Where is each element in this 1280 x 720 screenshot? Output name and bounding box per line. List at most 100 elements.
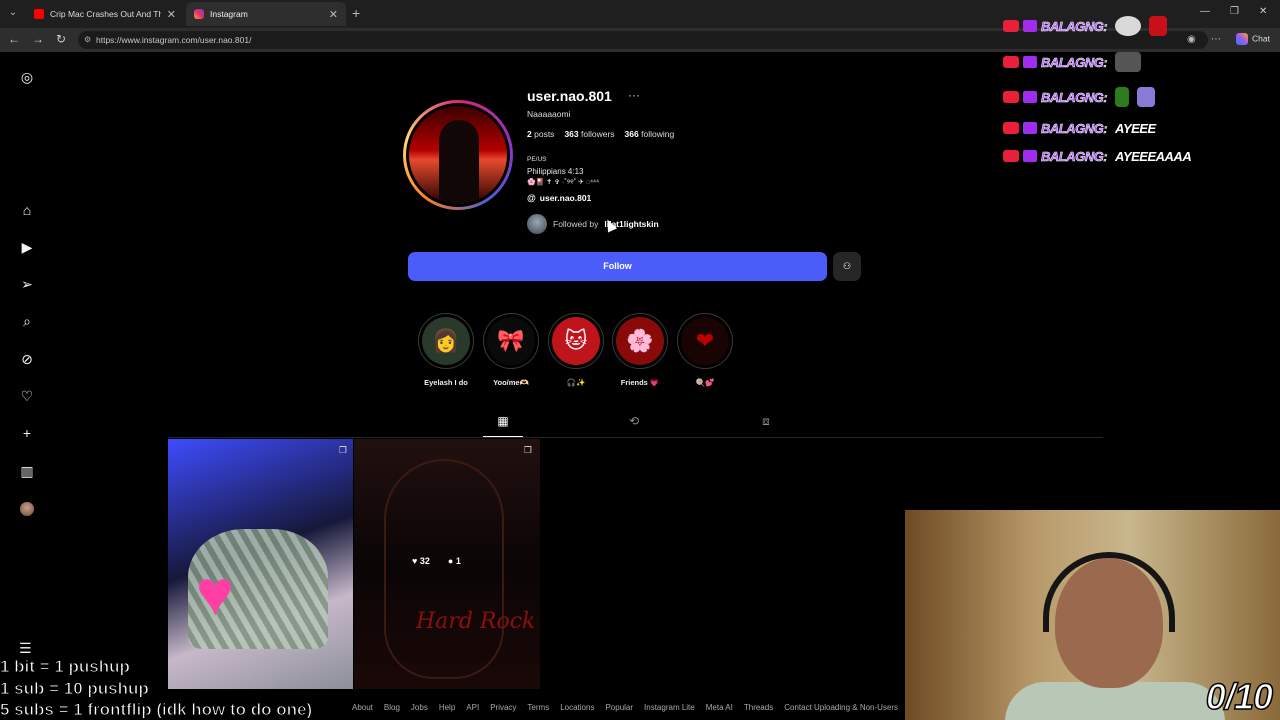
red-emote-icon	[1149, 16, 1168, 36]
new-tab-plus-icon[interactable]: +	[352, 5, 360, 21]
footer-link[interactable]: Locations	[560, 703, 594, 712]
likes-stat: ♥ 32	[412, 556, 430, 566]
profile-options-icon[interactable]: ···	[628, 88, 640, 102]
close-tab-icon[interactable]: ✕	[167, 8, 176, 21]
back-arrow-icon[interactable]: ←	[8, 32, 20, 46]
instagram-footer: About Blog Jobs Help API Privacy Terms L…	[352, 703, 916, 712]
messages-icon[interactable]: ➢	[18, 275, 36, 293]
guitar-image	[384, 459, 504, 679]
story-highlight[interactable]: 🐱 🎧✨	[547, 313, 605, 387]
purple-emote-icon	[1137, 87, 1156, 107]
footer-link[interactable]: Threads	[744, 703, 773, 712]
home-icon[interactable]: ⌂	[18, 201, 36, 219]
profile-avatar-icon[interactable]	[20, 502, 34, 516]
rule-line: 1 sub = 10 pushup	[0, 678, 149, 698]
footer-link[interactable]: Contact Uploading & Non-Users	[784, 703, 898, 712]
highlight-label: 🍭💕	[695, 378, 715, 387]
profile-avatar-icon[interactable]: ◉	[1187, 34, 1196, 45]
following-count[interactable]: 366 following	[625, 129, 675, 139]
footer-link[interactable]: Jobs	[411, 703, 428, 712]
post-thumbnail[interactable]: ♥ ❐	[168, 439, 353, 689]
chat-username: BALAGNG:	[1041, 120, 1108, 136]
posts-count: 2 posts	[527, 129, 555, 139]
footer-link[interactable]: Privacy	[490, 703, 516, 712]
suggested-accounts-button[interactable]: ⚇	[833, 252, 861, 281]
chat-text: AYEEE	[1115, 120, 1156, 136]
tab-search-chevron-icon[interactable]: ⌄	[4, 4, 22, 22]
meme-emote-icon	[1115, 52, 1142, 72]
browser-tab-youtube[interactable]: Crip Mac Crashes Out And Threat ✕	[26, 2, 184, 26]
camera-icon	[1003, 122, 1019, 134]
footer-link[interactable]: Popular	[605, 703, 633, 712]
instagram-favicon-icon	[194, 9, 204, 19]
youtube-favicon-icon	[34, 9, 44, 19]
footer-link[interactable]: Instagram Lite	[644, 703, 695, 712]
dashboard-icon[interactable]: ▥	[18, 462, 36, 480]
heart-sticker-icon: ♥	[196, 557, 234, 629]
highlight-cover: ❤	[681, 317, 729, 365]
close-tab-icon[interactable]: ✕	[329, 8, 338, 21]
chat-message: BALAGNG:	[1003, 52, 1142, 72]
likes-count: 32	[419, 556, 430, 566]
copilot-chat-button[interactable]: Chat	[1236, 33, 1270, 45]
clapper-icon	[1023, 150, 1037, 162]
more-menu-icon[interactable]: ⋯	[1211, 34, 1221, 45]
profile-full-name: Naaaaaomi	[527, 109, 571, 119]
reposts-tab-icon[interactable]: ⟲	[627, 414, 641, 428]
reload-icon[interactable]: ↻	[56, 32, 66, 46]
story-highlight[interactable]: 🎀 Yoo/me🫶🏻	[482, 313, 540, 387]
chat-message: BALAGNG:	[1003, 16, 1168, 36]
carousel-icon: ❐	[338, 445, 347, 455]
story-highlight[interactable]: ❤ 🍭💕	[676, 313, 734, 387]
notifications-heart-icon[interactable]: ♡	[18, 387, 36, 405]
story-highlight[interactable]: 👩 Eyelash I do	[417, 313, 475, 387]
threads-link[interactable]: @ user.nao.801	[527, 193, 591, 203]
chat-username: BALAGNG:	[1041, 54, 1108, 70]
close-window-icon[interactable]: ✕	[1259, 6, 1267, 17]
story-highlight[interactable]: 🌸 Friends 💗	[611, 313, 669, 387]
camera-icon	[1003, 20, 1019, 32]
webcam-overlay: 0/10	[905, 510, 1280, 720]
tab-title: Crip Mac Crashes Out And Threat	[50, 9, 161, 19]
followers-count[interactable]: 363 followers	[564, 129, 614, 139]
highlight-cover: 🎀	[487, 317, 535, 365]
browser-tab-instagram[interactable]: Instagram ✕	[186, 2, 346, 26]
create-plus-icon[interactable]: +	[18, 424, 36, 442]
tagged-tab-icon[interactable]: ⧈	[759, 414, 773, 428]
clapper-icon	[1023, 56, 1037, 68]
footer-link[interactable]: Blog	[384, 703, 400, 712]
footer-link[interactable]: Terms	[527, 703, 549, 712]
clapper-icon	[1023, 20, 1037, 32]
post-thumbnail[interactable]: Hard Rock ❐ ♥ 32 ● 1	[354, 439, 540, 689]
restore-icon[interactable]: ❐	[1230, 6, 1239, 17]
reels-icon[interactable]: ▶	[18, 238, 36, 256]
followed-by[interactable]: Followed by lilat1lightskin	[527, 214, 659, 234]
comments-count: 1	[455, 556, 461, 566]
follow-button[interactable]: Follow	[408, 252, 827, 281]
more-menu-hamburger-icon[interactable]: ☰	[19, 640, 32, 657]
posts-grid-tab-icon[interactable]: ▦	[496, 414, 510, 428]
instagram-logo-icon[interactable]: ◎	[18, 68, 36, 86]
chat-username: BALAGNG:	[1041, 89, 1108, 105]
hard-rock-sign: Hard Rock	[416, 609, 536, 634]
footer-link[interactable]: Help	[439, 703, 455, 712]
footer-link[interactable]: About	[352, 703, 373, 712]
stream-rules-overlay: 1 bit = 1 pushup 1 sub = 10 pushup 5 sub…	[0, 656, 313, 720]
site-info-icon[interactable]: ⚙	[84, 31, 91, 49]
post-hover-stats: ♥ 32 ● 1	[412, 556, 461, 566]
chat-username: BALAGNG:	[1041, 148, 1108, 164]
chat-text: AYEEEAAAA	[1115, 148, 1192, 164]
chat-label: Chat	[1252, 33, 1270, 44]
explore-icon[interactable]: ⊘	[18, 350, 36, 368]
highlight-label: Friends 💗	[620, 378, 660, 387]
camera-icon	[1003, 91, 1019, 103]
footer-link[interactable]: API	[466, 703, 479, 712]
minimize-icon[interactable]: —	[1200, 6, 1210, 17]
footer-link[interactable]: Meta AI	[706, 703, 733, 712]
profile-picture-story-ring[interactable]	[403, 100, 513, 210]
forward-arrow-icon[interactable]: →	[32, 32, 44, 46]
url-text: https://www.instagram.com/user.nao.801/	[96, 35, 252, 45]
search-icon[interactable]: ⌕	[18, 312, 36, 330]
highlight-label: 🎧✨	[566, 378, 586, 387]
profile-stats: 2 posts 363 followers 366 following	[527, 129, 674, 139]
